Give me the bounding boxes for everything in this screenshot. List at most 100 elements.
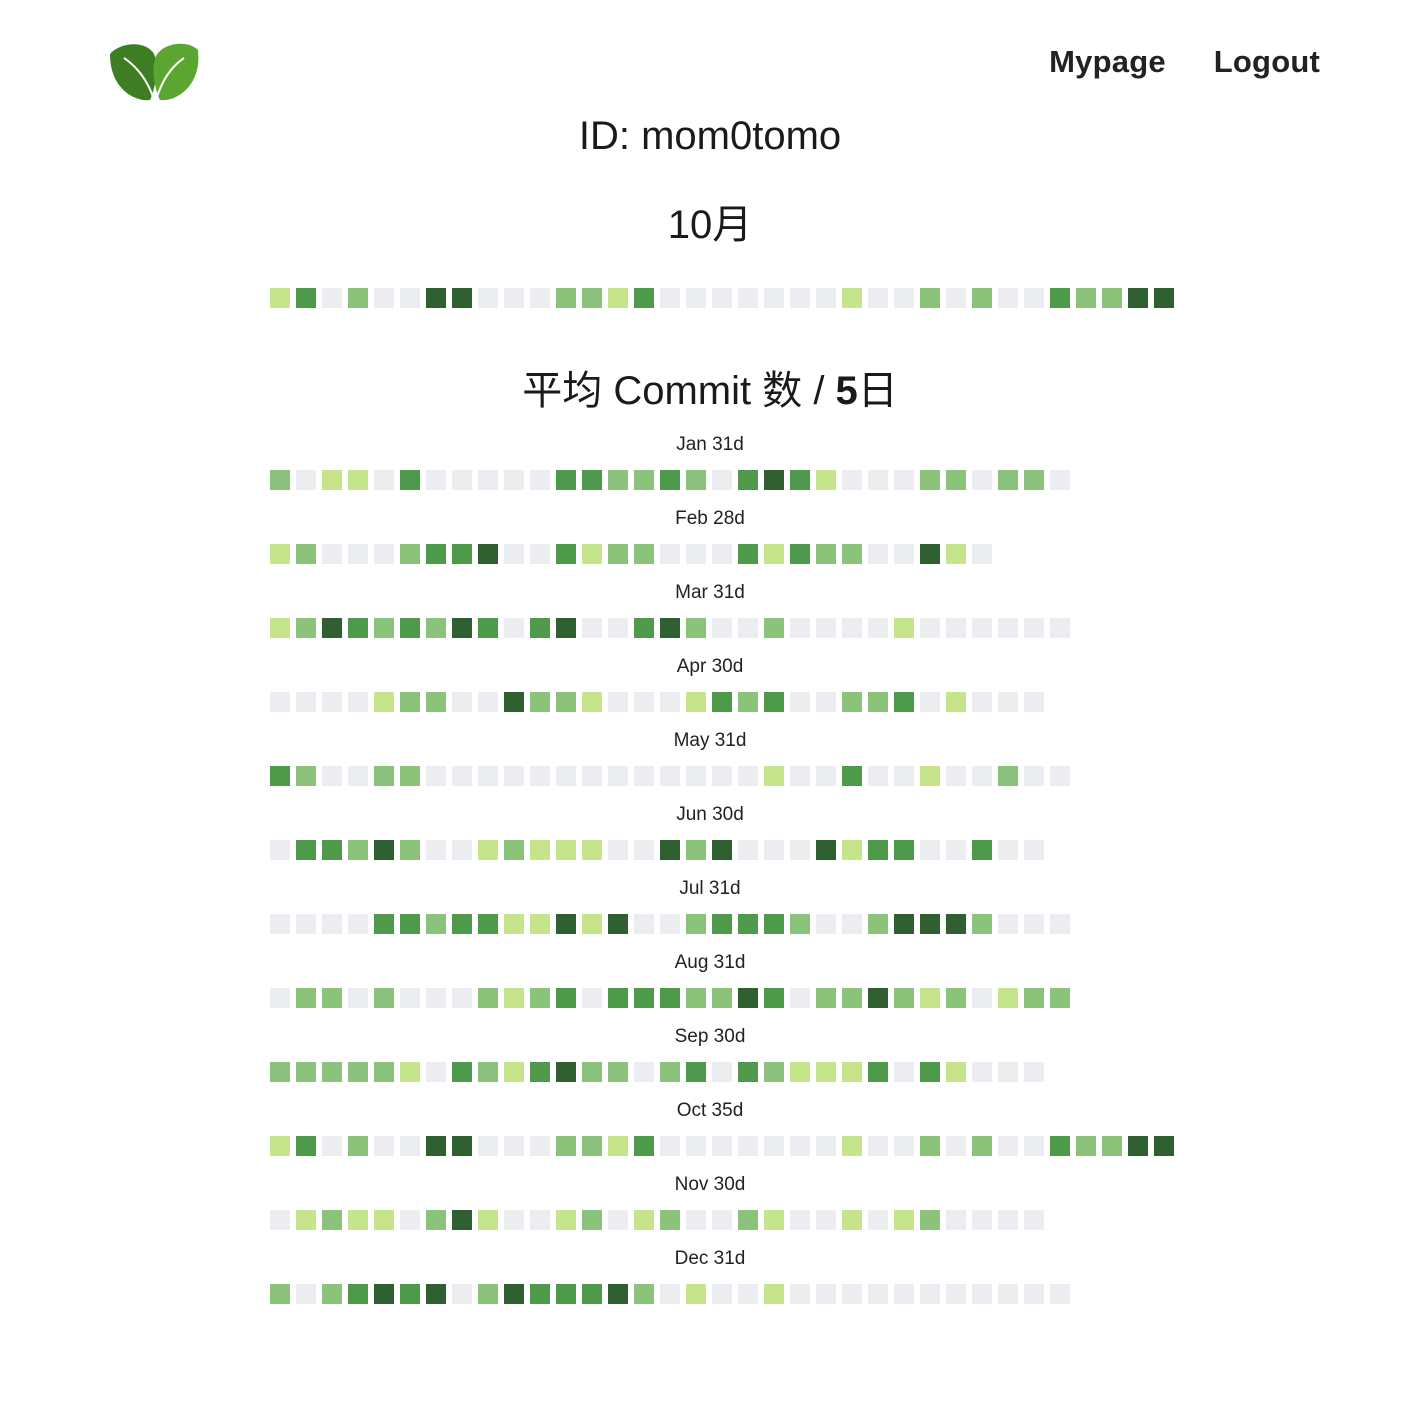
jun-day-6-cell [400, 840, 420, 860]
oct-day-19-cell [738, 1136, 758, 1156]
apr-day-21-cell [790, 692, 810, 712]
jan-day-20-cell [764, 470, 784, 490]
apr-day-6-cell [400, 692, 420, 712]
jul-day-26-cell [920, 914, 940, 934]
jun-day-21-cell [790, 840, 810, 860]
mypage-link[interactable]: Mypage [1049, 44, 1166, 80]
current-month-day-31-cell [1050, 288, 1070, 308]
jan-day-16-cell [660, 470, 680, 490]
aug-day-26-cell [920, 988, 940, 1008]
apr-day-20-cell [764, 692, 784, 712]
jul-day-27-cell [946, 914, 966, 934]
average-commit-prefix: 平均 Commit 数 / [522, 369, 836, 413]
feb-day-4-cell [348, 544, 368, 564]
month-row-feb [270, 544, 992, 564]
jan-day-22-cell [816, 470, 836, 490]
current-month-day-15-cell [634, 288, 654, 308]
nov-day-27-cell [946, 1210, 966, 1230]
dec-day-26-cell [920, 1284, 940, 1304]
current-month-day-16-cell [660, 288, 680, 308]
feb-day-6-cell [400, 544, 420, 564]
dec-day-12-cell [556, 1284, 576, 1304]
jan-day-10-cell [504, 470, 524, 490]
feb-day-26-cell [920, 544, 940, 564]
may-day-20-cell [764, 766, 784, 786]
nov-day-8-cell [452, 1210, 472, 1230]
jun-day-26-cell [920, 840, 940, 860]
feb-day-15-cell [634, 544, 654, 564]
current-month-day-2-cell [296, 288, 316, 308]
dec-day-16-cell [660, 1284, 680, 1304]
oct-day-34-cell [1128, 1136, 1148, 1156]
current-month-day-7-cell [426, 288, 446, 308]
sep-day-7-cell [426, 1062, 446, 1082]
oct-day-33-cell [1102, 1136, 1122, 1156]
jan-day-13-cell [582, 470, 602, 490]
logout-link[interactable]: Logout [1214, 44, 1320, 80]
jul-day-6-cell [400, 914, 420, 934]
oct-day-27-cell [946, 1136, 966, 1156]
may-day-31-cell [1050, 766, 1070, 786]
month-row-nov [270, 1210, 1044, 1230]
aug-day-8-cell [452, 988, 472, 1008]
oct-day-10-cell [504, 1136, 524, 1156]
mar-day-6-cell [400, 618, 420, 638]
sep-day-25-cell [894, 1062, 914, 1082]
may-day-27-cell [946, 766, 966, 786]
jul-day-8-cell [452, 914, 472, 934]
leaf-logo-icon[interactable] [106, 40, 202, 104]
oct-day-12-cell [556, 1136, 576, 1156]
jan-day-2-cell [296, 470, 316, 490]
mar-day-27-cell [946, 618, 966, 638]
jul-day-17-cell [686, 914, 706, 934]
nov-day-25-cell [894, 1210, 914, 1230]
apr-day-30-cell [1024, 692, 1044, 712]
oct-day-18-cell [712, 1136, 732, 1156]
jan-day-14-cell [608, 470, 628, 490]
feb-day-3-cell [322, 544, 342, 564]
aug-day-4-cell [348, 988, 368, 1008]
oct-day-25-cell [894, 1136, 914, 1156]
may-day-7-cell [426, 766, 446, 786]
apr-day-7-cell [426, 692, 446, 712]
jun-day-11-cell [530, 840, 550, 860]
feb-day-9-cell [478, 544, 498, 564]
may-day-18-cell [712, 766, 732, 786]
jun-day-23-cell [842, 840, 862, 860]
jul-day-3-cell [322, 914, 342, 934]
current-month-day-24-cell [868, 288, 888, 308]
jun-day-16-cell [660, 840, 680, 860]
nov-day-13-cell [582, 1210, 602, 1230]
dec-day-27-cell [946, 1284, 966, 1304]
feb-day-13-cell [582, 544, 602, 564]
current-month-day-29-cell [998, 288, 1018, 308]
month-label-dec: Dec 31d [674, 1248, 746, 1269]
feb-day-11-cell [530, 544, 550, 564]
mar-day-13-cell [582, 618, 602, 638]
current-month-day-4-cell [348, 288, 368, 308]
sep-day-15-cell [634, 1062, 654, 1082]
jan-day-17-cell [686, 470, 706, 490]
may-day-6-cell [400, 766, 420, 786]
feb-day-7-cell [426, 544, 446, 564]
sep-day-28-cell [972, 1062, 992, 1082]
may-day-3-cell [322, 766, 342, 786]
aug-day-12-cell [556, 988, 576, 1008]
dec-day-18-cell [712, 1284, 732, 1304]
current-month-day-5-cell [374, 288, 394, 308]
oct-day-21-cell [790, 1136, 810, 1156]
feb-day-2-cell [296, 544, 316, 564]
aug-day-3-cell [322, 988, 342, 1008]
month-label-jul: Jul 31d [679, 878, 741, 899]
sep-day-10-cell [504, 1062, 524, 1082]
current-month-day-14-cell [608, 288, 628, 308]
feb-day-22-cell [816, 544, 836, 564]
feb-day-14-cell [608, 544, 628, 564]
jun-day-28-cell [972, 840, 992, 860]
mar-day-22-cell [816, 618, 836, 638]
current-month-day-3-cell [322, 288, 342, 308]
current-month-title: 10月 [667, 203, 753, 247]
jul-day-18-cell [712, 914, 732, 934]
nov-day-15-cell [634, 1210, 654, 1230]
jun-day-9-cell [478, 840, 498, 860]
